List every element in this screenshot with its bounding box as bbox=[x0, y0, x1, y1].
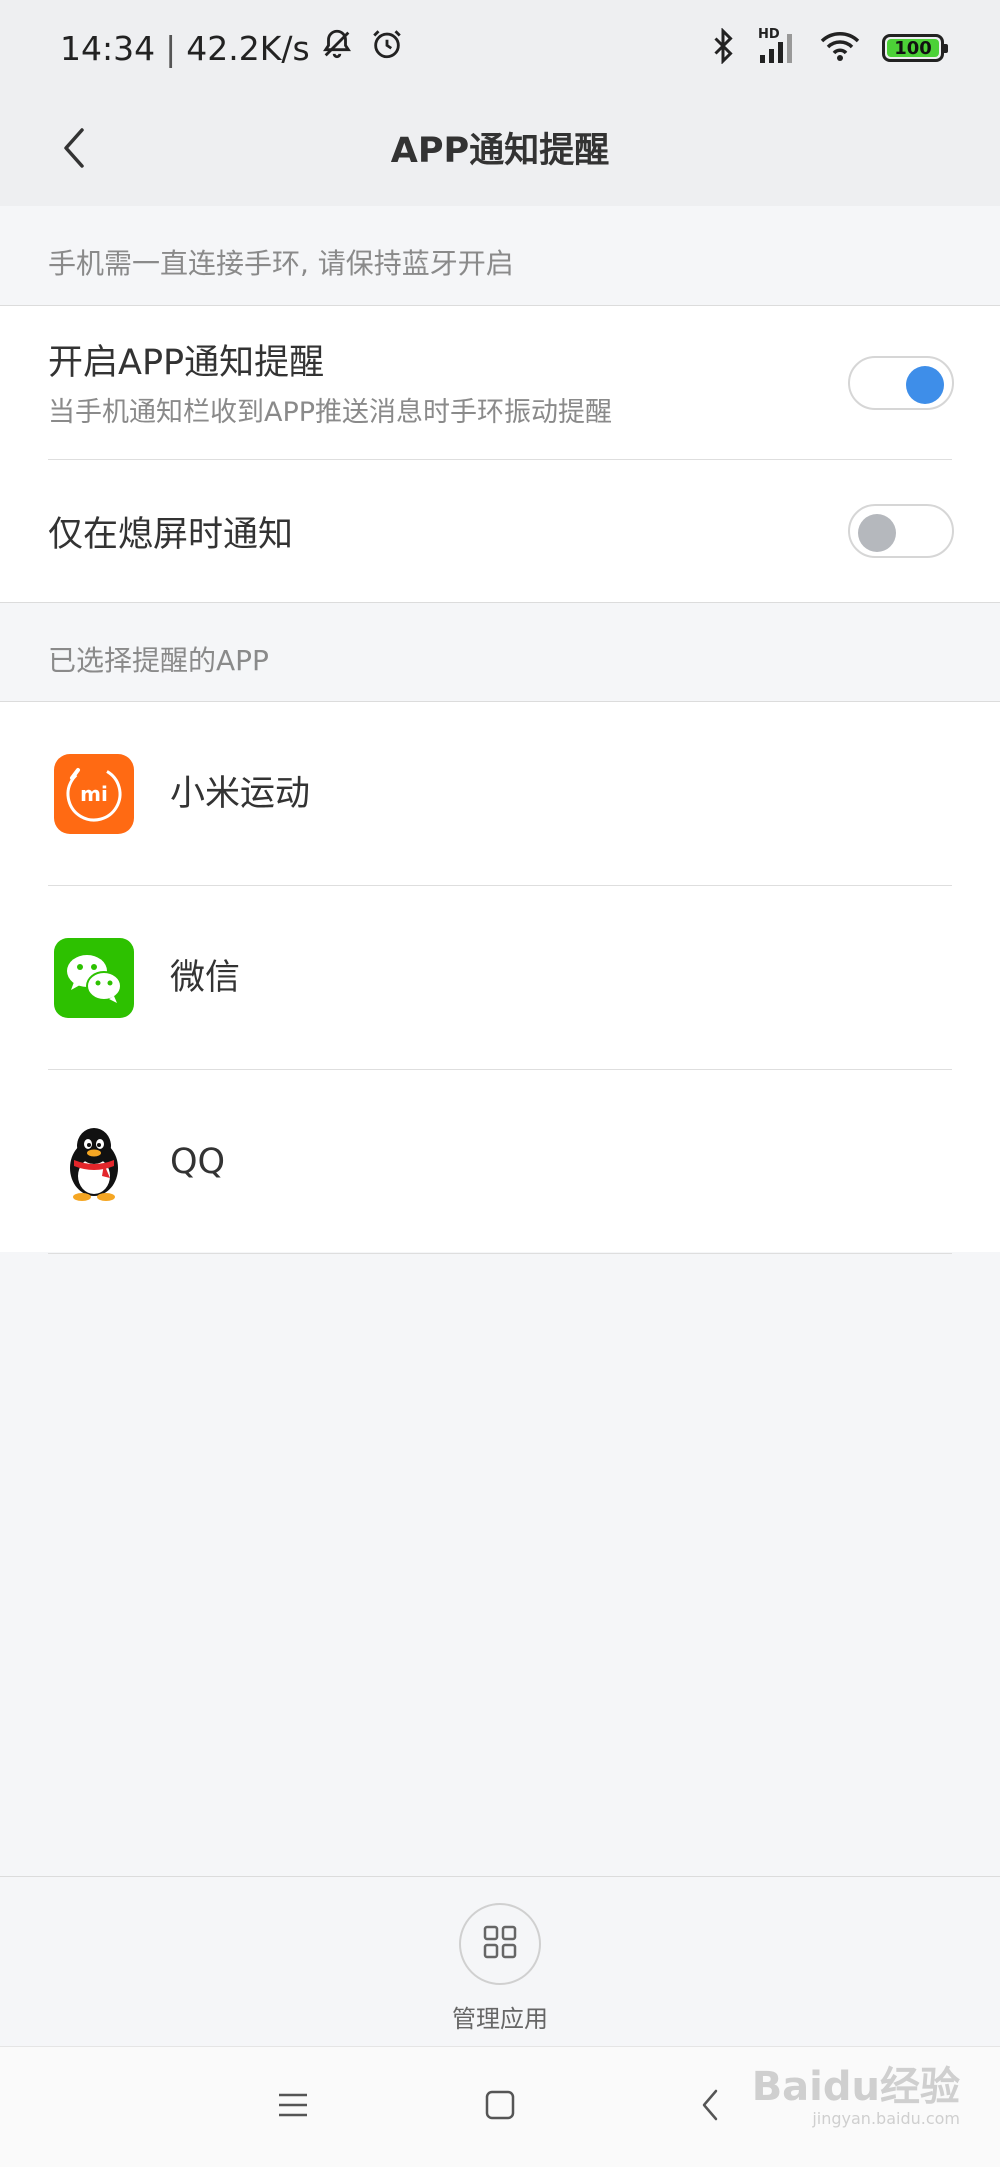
setting-title: 仅在熄屏时通知 bbox=[48, 515, 294, 555]
app-name: 微信 bbox=[170, 958, 241, 998]
menu-button[interactable] bbox=[263, 2077, 323, 2137]
apps-list: mi 小米运动 微信 QQ bbox=[0, 702, 1000, 1254]
app-header: APP通知提醒 bbox=[0, 96, 1000, 206]
list-item-app[interactable]: 微信 bbox=[0, 886, 1000, 1070]
mi-fit-icon-text: mi bbox=[80, 782, 108, 806]
status-separator: | bbox=[165, 28, 177, 68]
page-title: APP通知提醒 bbox=[390, 131, 610, 171]
bluetooth-hint: 手机需一直连接手环, 请保持蓝牙开启 bbox=[0, 206, 1000, 306]
screen-off-only-toggle[interactable] bbox=[848, 504, 954, 558]
baidu-watermark: Baidu经验 jingyan.baidu.com bbox=[752, 2065, 960, 2129]
manage-apps-area: 管理应用 bbox=[0, 1876, 1000, 2046]
grid-icon bbox=[482, 1924, 518, 1964]
system-back-button[interactable] bbox=[680, 2077, 740, 2137]
back-icon bbox=[700, 2088, 720, 2126]
home-button[interactable] bbox=[470, 2077, 530, 2137]
watermark-text: Baidu经验 bbox=[751, 2064, 960, 2110]
list-item-app[interactable]: QQ bbox=[0, 1070, 1000, 1254]
setting-row-screen-off-only[interactable]: 仅在熄屏时通知 bbox=[0, 460, 1000, 602]
apps-section-header: 已选择提醒的APP bbox=[0, 602, 1000, 702]
chevron-left-icon bbox=[60, 126, 88, 174]
manage-apps-button[interactable] bbox=[459, 1903, 541, 1985]
back-button[interactable] bbox=[44, 120, 104, 180]
enable-notifications-toggle[interactable] bbox=[848, 356, 954, 410]
system-nav-bar: Baidu经验 jingyan.baidu.com bbox=[0, 2046, 1000, 2167]
setting-subtitle: 当手机通知栏收到APP推送消息时手环振动提醒 bbox=[48, 397, 613, 428]
home-icon bbox=[484, 2089, 516, 2125]
bluetooth-icon bbox=[710, 27, 736, 68]
list-item-app[interactable]: mi 小米运动 bbox=[0, 702, 1000, 886]
status-bar: 14:34 | 42.2K/s HD 100 bbox=[0, 0, 1000, 96]
settings-card: 开启APP通知提醒 当手机通知栏收到APP推送消息时手环振动提醒 仅在熄屏时通知 bbox=[0, 306, 1000, 602]
network-speed: 42.2K/s bbox=[186, 28, 310, 68]
setting-row-enable-notifications[interactable]: 开启APP通知提醒 当手机通知栏收到APP推送消息时手环振动提醒 bbox=[0, 306, 1000, 460]
menu-icon bbox=[277, 2091, 309, 2123]
battery-level: 100 bbox=[894, 37, 932, 59]
toggle-knob bbox=[906, 366, 944, 404]
setting-title: 开启APP通知提醒 bbox=[48, 343, 325, 383]
alarm-icon bbox=[370, 27, 404, 69]
status-left: 14:34 | 42.2K/s bbox=[60, 27, 404, 69]
toggle-knob bbox=[858, 514, 896, 552]
wifi-icon bbox=[820, 30, 860, 66]
status-time: 14:34 bbox=[60, 28, 156, 68]
mi-fit-icon: mi bbox=[54, 754, 134, 834]
wechat-icon bbox=[54, 938, 134, 1018]
mute-bell-icon bbox=[320, 27, 354, 69]
battery-icon: 100 bbox=[882, 34, 948, 62]
status-right: HD 100 bbox=[710, 27, 948, 68]
qq-penguin-icon bbox=[54, 1122, 134, 1202]
app-name: 小米运动 bbox=[170, 774, 311, 814]
manage-apps-label[interactable]: 管理应用 bbox=[0, 1999, 1000, 2034]
app-name: QQ bbox=[170, 1142, 226, 1182]
signal-icon: HD bbox=[758, 27, 798, 65]
watermark-sub: jingyan.baidu.com bbox=[812, 2109, 960, 2128]
